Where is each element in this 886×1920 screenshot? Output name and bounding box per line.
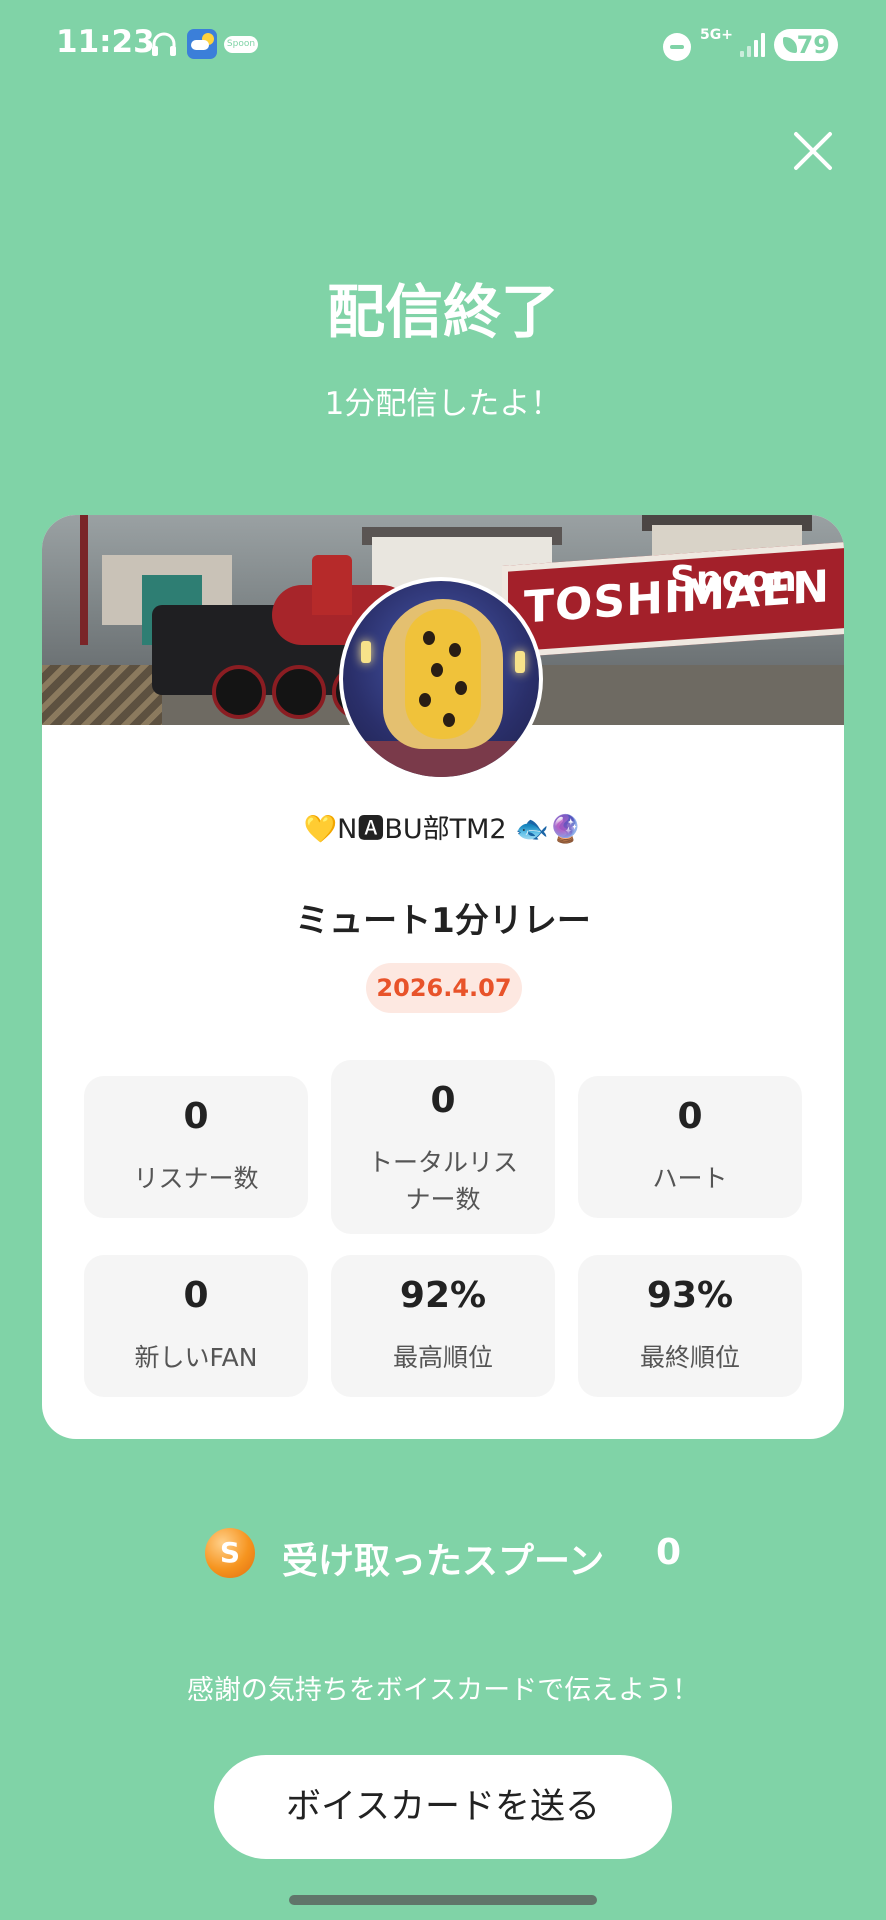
stat-label: 最高順位: [392, 1343, 493, 1372]
status-time: 11:23: [56, 24, 155, 60]
stat-value: 93%: [646, 1275, 734, 1316]
home-indicator[interactable]: [289, 1895, 597, 1905]
spoons-label: 受け取ったスプーン: [282, 1541, 605, 1582]
battery-saver-icon: [783, 37, 797, 53]
stat-label: 最終順位: [639, 1343, 740, 1372]
stat-listeners: 0 リスナー数: [84, 1076, 308, 1218]
stat-label: リスナー数: [133, 1164, 259, 1193]
spoon-coin-icon: S: [205, 1528, 255, 1578]
stat-hearts: 0 ハート: [578, 1076, 802, 1218]
send-voice-card-button[interactable]: ボイスカードを送る: [214, 1755, 672, 1859]
username: 💛N🅰BU部TM2 🐟🔮: [303, 814, 583, 845]
broadcast-summary-card: TOSHIMAEN Spoon 💛N🅰BU部TM2 🐟🔮 ミュート1分リレー 2…: [42, 515, 844, 1439]
stat-value: 92%: [399, 1275, 487, 1316]
headphone-icon: [152, 32, 176, 56]
page-title: 配信終了: [326, 278, 559, 346]
stat-final-rank: 93% 最終順位: [578, 1255, 802, 1397]
stat-value: 0: [183, 1275, 209, 1316]
room-title: ミュート1分リレー: [295, 901, 591, 941]
page-subtitle: 1分配信したよ！: [324, 386, 562, 422]
spoon-app-icon: Spoon: [224, 36, 258, 53]
stat-best-rank: 92% 最高順位: [331, 1255, 555, 1397]
spoons-received: S 受け取ったスプーン 0: [0, 1528, 886, 1588]
close-button[interactable]: [790, 128, 836, 174]
stat-label: 新しいFAN: [134, 1343, 258, 1372]
network-type: 5G+: [700, 27, 733, 43]
stat-label: ハート: [652, 1164, 728, 1193]
stat-new-fans: 0 新しいFAN: [84, 1255, 308, 1397]
stat-label: トータルリスナー数: [367, 1148, 518, 1214]
spoon-logo: Spoon: [670, 559, 797, 600]
battery-icon: 79: [774, 29, 838, 61]
stat-total-listeners: 0 トータルリスナー数: [331, 1060, 555, 1234]
signal-icon: [740, 33, 768, 57]
stat-value: 0: [183, 1096, 209, 1137]
avatar[interactable]: [339, 577, 543, 781]
do-not-disturb-icon: [663, 33, 691, 61]
weather-icon: [187, 29, 217, 59]
spoons-count: 0: [656, 1532, 682, 1573]
date-badge: 2026.4.07: [366, 963, 522, 1013]
stat-value: 0: [430, 1080, 456, 1121]
battery-level: 79: [796, 31, 830, 59]
status-bar: 11:23 Spoon 5G+ 79: [0, 0, 886, 90]
thanks-message: 感謝の気持ちをボイスカードで伝えよう！: [186, 1675, 700, 1706]
stat-value: 0: [677, 1096, 703, 1137]
